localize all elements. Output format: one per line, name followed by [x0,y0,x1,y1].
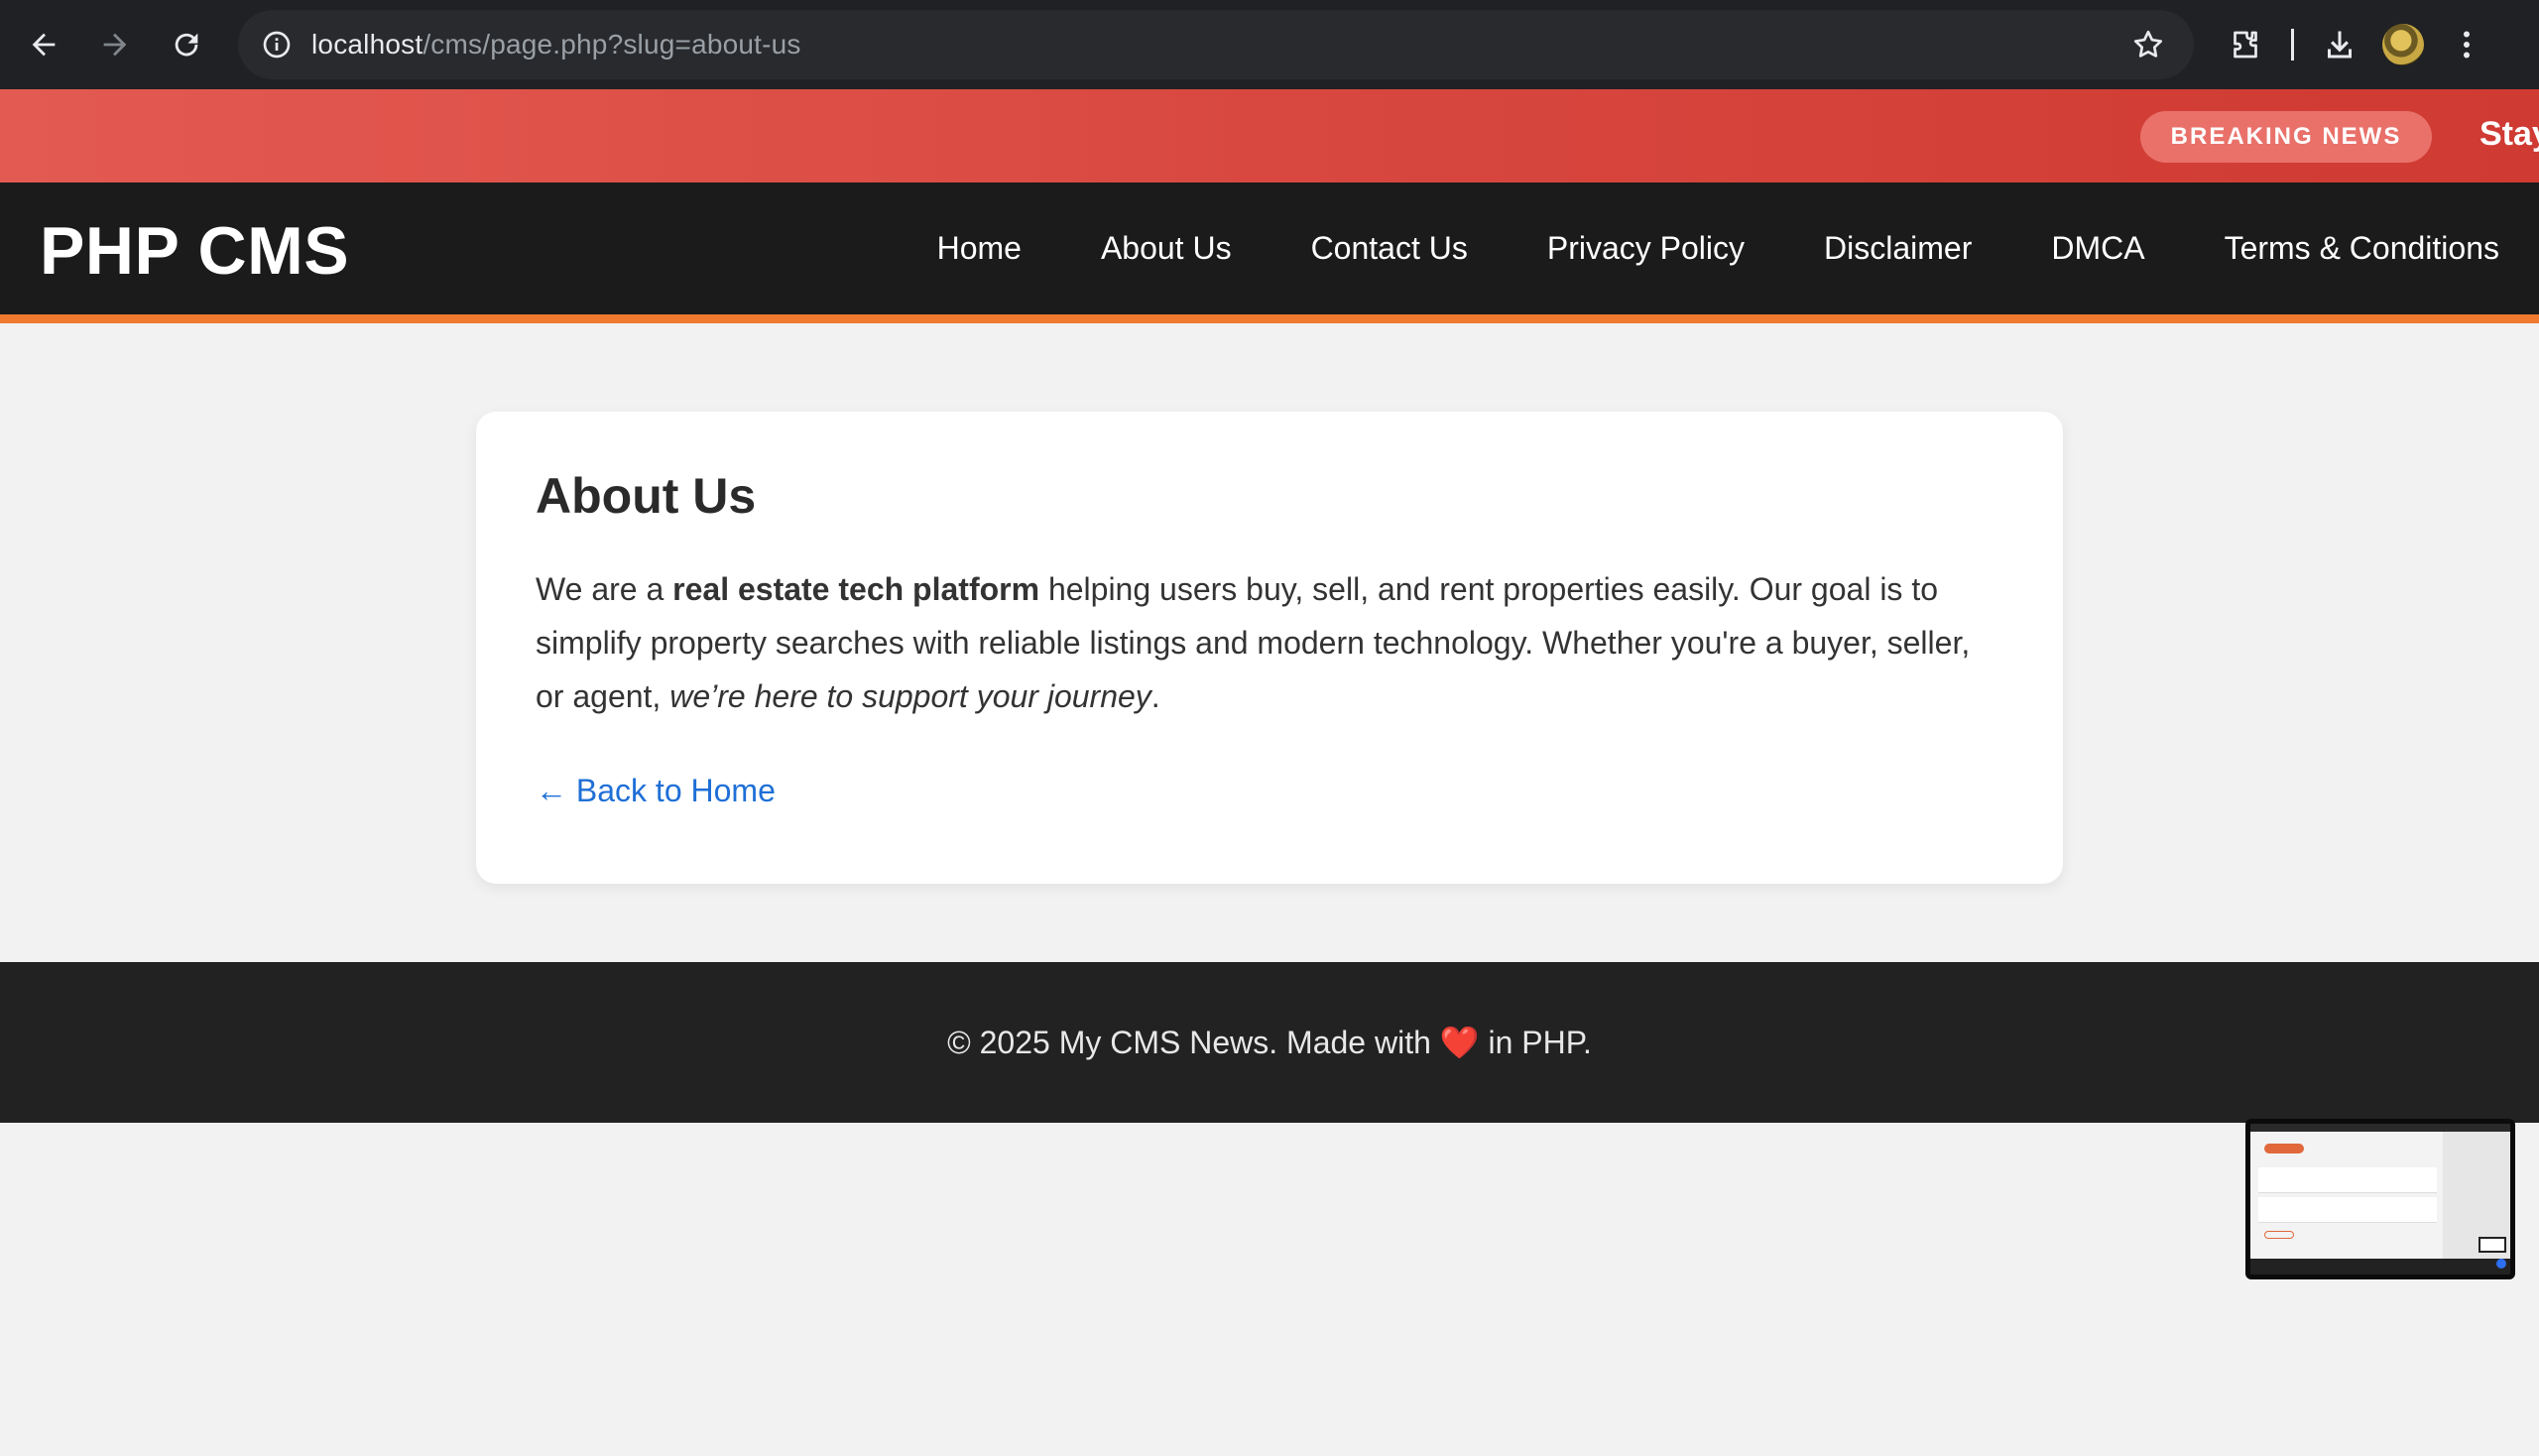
body-bold: real estate tech platform [672,571,1040,607]
profile-avatar [2382,24,2424,65]
profile-button[interactable] [2371,0,2435,89]
page-body: We are a real estate tech platform helpi… [536,562,2003,723]
content-card: About Us We are a real estate tech platf… [476,412,2063,884]
thumb-row [2258,1197,2437,1223]
toolbar-divider [2291,29,2294,61]
breaking-news-badge: BREAKING NEWS [2140,111,2432,163]
nav-about-us[interactable]: About Us [1101,230,1232,267]
url-text: localhost/cms/page.php?slug=about-us [311,29,801,61]
back-to-home-link[interactable]: ← Back to Home [536,773,776,809]
forward-icon [103,33,127,57]
thumb-frame [2479,1237,2506,1253]
extensions-button[interactable] [2214,0,2277,89]
back-button[interactable] [8,0,79,89]
bookmark-star-icon[interactable] [2130,27,2166,62]
thumb-button [2264,1231,2294,1239]
footer-before: © 2025 My CMS News. Made with [947,1025,1440,1060]
forward-button[interactable] [79,0,151,89]
back-icon [32,33,56,57]
more-menu-icon [2464,31,2470,59]
page-title: About Us [536,468,757,524]
footer-after: in PHP. [1479,1025,1592,1060]
screenshot-thumbnail[interactable] [2245,1119,2515,1279]
body-text-1: We are a [536,571,673,607]
download-icon [2328,31,2352,59]
thumb-footer [2250,1259,2510,1274]
downloads-button[interactable] [2308,0,2371,89]
footer-text: © 2025 My CMS News. Made with ❤️ in PHP. [947,1024,1592,1061]
site-info-button[interactable] [242,10,311,79]
nav-terms-conditions[interactable]: Terms & Conditions [2225,230,2499,267]
site-info-icon [263,31,291,59]
breaking-news-bar: BREAKING NEWS Stay [0,89,2539,182]
thumb-row [2258,1167,2437,1193]
nav-disclaimer[interactable]: Disclaimer [1824,230,1972,267]
body-text-3: . [1150,678,1160,714]
reload-button[interactable] [151,0,222,89]
breaking-news-ticker[interactable]: Stay [2479,115,2539,154]
nav-dmca[interactable]: DMCA [2051,230,2144,267]
thumbnail-preview [2250,1124,2510,1274]
extensions-icon [2234,31,2257,59]
body-italic: we’re here to support your journey [669,678,1151,714]
thumb-toolbar [2250,1124,2510,1132]
nav-privacy-policy[interactable]: Privacy Policy [1547,230,1745,267]
address-bar[interactable]: localhost/cms/page.php?slug=about-us [238,10,2194,79]
thumb-pill [2264,1144,2304,1153]
site-footer: © 2025 My CMS News. Made with ❤️ in PHP. [0,962,2539,1123]
browser-toolbar: localhost/cms/page.php?slug=about-us [0,0,2539,89]
url-path: /cms/page.php?slug=about-us [423,29,801,60]
site-logo[interactable]: PHP CMS [40,212,349,290]
site-header: PHP CMS Home About Us Contact Us Privacy… [0,182,2539,323]
more-menu-button[interactable] [2435,0,2498,89]
main-nav: Home About Us Contact Us Privacy Policy … [937,182,2499,314]
heart-icon: ❤️ [1439,1025,1480,1060]
url-host: localhost [311,29,423,60]
nav-home[interactable]: Home [937,230,1022,267]
thumb-blue-dot [2496,1259,2506,1269]
reload-icon [175,33,198,57]
nav-contact-us[interactable]: Contact Us [1311,230,1468,267]
